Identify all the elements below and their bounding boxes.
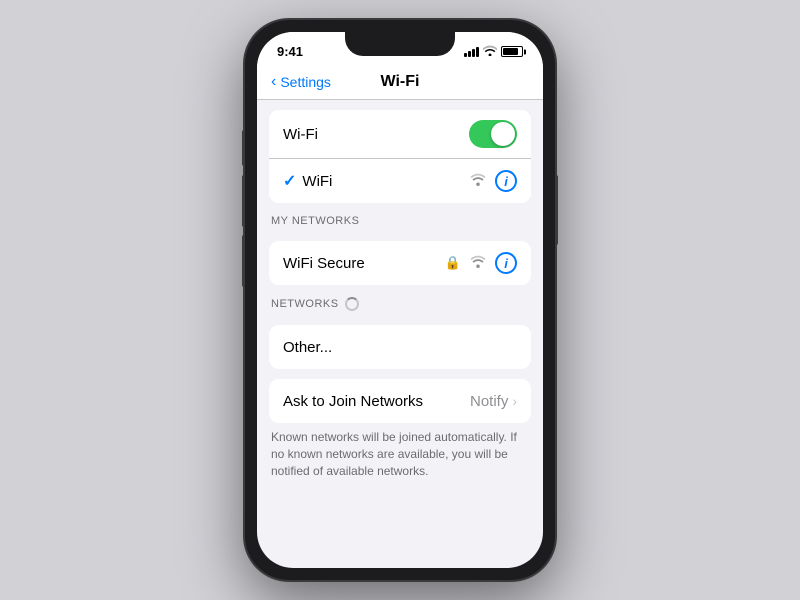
connected-network-name: WiFi	[302, 173, 469, 190]
connected-checkmark: ✓	[283, 171, 296, 191]
notch	[345, 32, 455, 56]
wifi-toggle-group: Wi-Fi ✓ WiFi	[269, 110, 531, 203]
settings-content: Wi-Fi ✓ WiFi	[257, 100, 543, 568]
signal-bar-3	[472, 49, 475, 57]
wifi-toggle-label: Wi-Fi	[283, 126, 469, 143]
wifi-status-icon	[483, 45, 497, 59]
my-networks-header: MY NETWORKS	[257, 203, 543, 231]
ask-to-join-row[interactable]: Ask to Join Networks Notify ›	[269, 379, 531, 423]
page-title: Wi-Fi	[381, 73, 420, 91]
back-label: Settings	[280, 74, 331, 90]
wifi-toggle[interactable]	[469, 120, 517, 148]
ask-to-join-current-value: Notify	[470, 393, 508, 410]
ask-to-join-chevron-icon: ›	[512, 393, 517, 409]
battery-fill	[503, 48, 518, 55]
networks-group: Other...	[269, 325, 531, 369]
signal-bar-4	[476, 47, 479, 57]
other-network-row[interactable]: Other...	[269, 325, 531, 369]
my-networks-header-text: MY NETWORKS	[271, 215, 359, 227]
my-network-name: WiFi Secure	[283, 255, 445, 272]
ask-to-join-group: Ask to Join Networks Notify ›	[269, 379, 531, 423]
wifi-toggle-row: Wi-Fi	[269, 110, 531, 159]
ask-to-join-value: Notify ›	[470, 393, 517, 410]
toggle-knob	[491, 122, 515, 146]
wifi-signal-icon	[469, 172, 487, 191]
battery-icon	[501, 46, 523, 57]
signal-bar-2	[468, 51, 471, 57]
back-button[interactable]: ‹ Settings	[271, 73, 331, 91]
other-network-label: Other...	[283, 339, 517, 356]
phone-frame: 9:41	[245, 20, 555, 580]
status-bar: 9:41	[257, 32, 543, 67]
networks-header-text: NETWORKS	[271, 298, 339, 310]
my-networks-group: WiFi Secure 🔒 i	[269, 241, 531, 285]
power-button[interactable]	[555, 175, 558, 245]
signal-bars	[464, 47, 479, 57]
navigation-bar: ‹ Settings Wi-Fi	[257, 67, 543, 100]
ask-to-join-footer: Known networks will be joined automatica…	[257, 423, 543, 479]
lock-icon: 🔒	[445, 255, 461, 271]
volume-down-button[interactable]	[242, 235, 245, 287]
connected-network-row[interactable]: ✓ WiFi i	[269, 159, 531, 203]
my-network-row[interactable]: WiFi Secure 🔒 i	[269, 241, 531, 285]
ask-to-join-label: Ask to Join Networks	[283, 393, 470, 410]
my-network-info-button[interactable]: i	[495, 252, 517, 274]
my-network-wifi-icon	[469, 254, 487, 273]
phone-screen: 9:41	[257, 32, 543, 568]
signal-bar-1	[464, 53, 467, 57]
wifi-info-button[interactable]: i	[495, 170, 517, 192]
networks-header: NETWORKS	[257, 285, 543, 315]
volume-up-button[interactable]	[242, 175, 245, 227]
connected-network-icons: i	[469, 170, 517, 192]
back-chevron-icon: ‹	[271, 73, 276, 91]
my-network-icons: 🔒 i	[445, 252, 517, 274]
networks-loading-spinner	[345, 297, 359, 311]
status-time: 9:41	[277, 44, 303, 59]
status-icons	[464, 45, 523, 59]
